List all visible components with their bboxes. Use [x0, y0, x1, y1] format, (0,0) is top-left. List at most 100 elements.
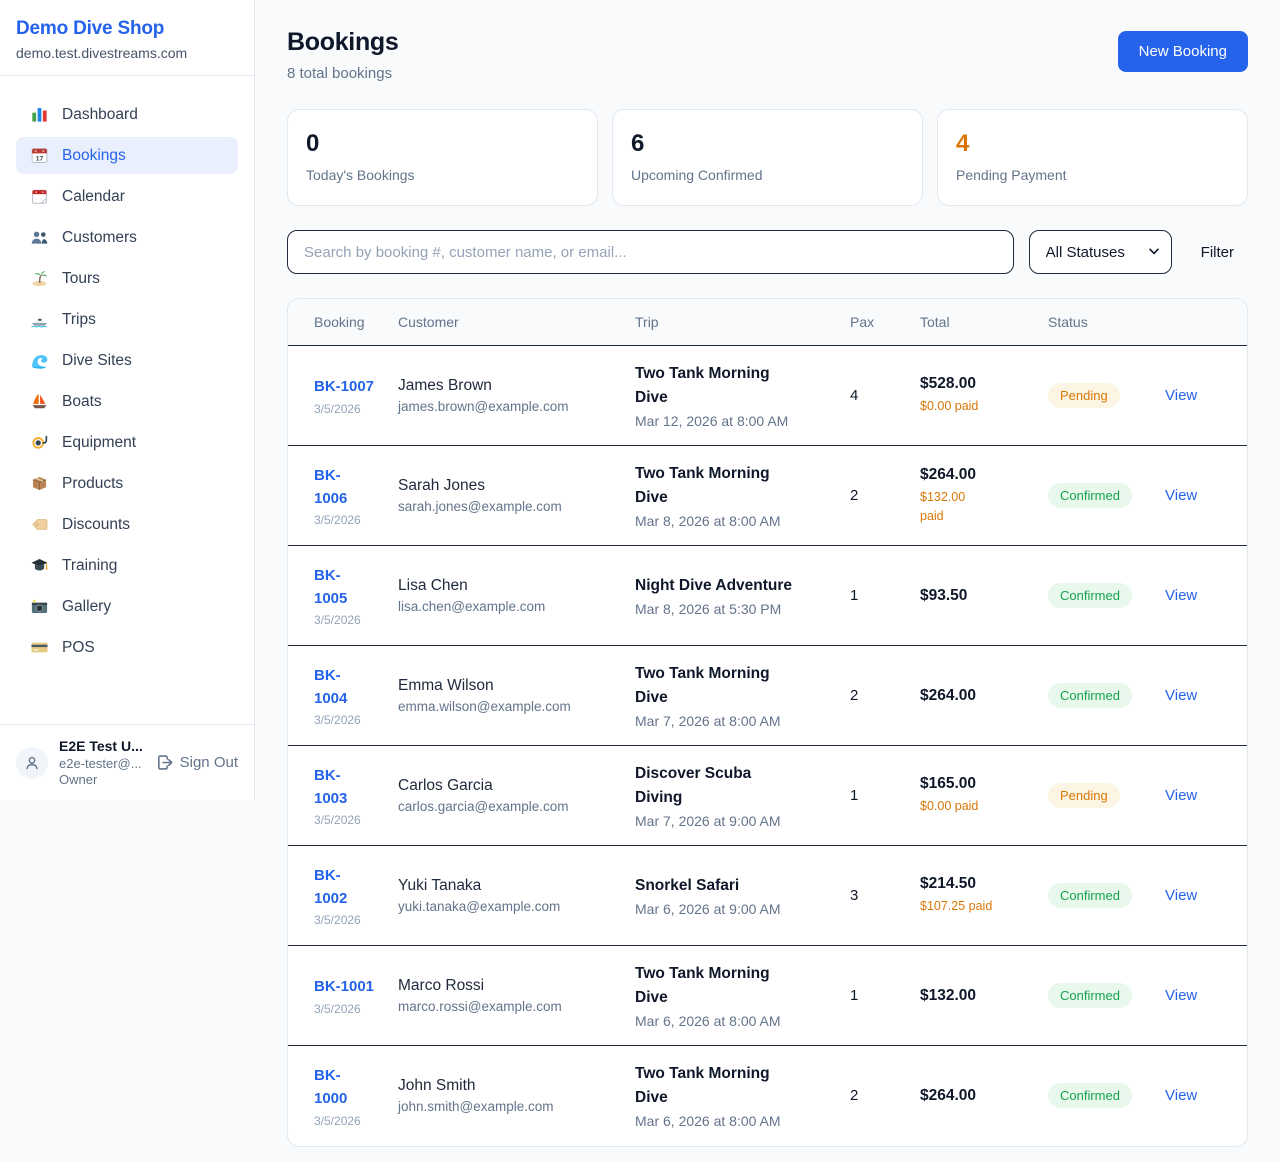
main-content: Bookings 8 total bookings New Booking 0T… [255, 0, 1280, 1147]
sidebar-item-dive-sites[interactable]: Dive Sites [16, 342, 238, 379]
status-filter-select[interactable]: All Statuses [1029, 230, 1172, 274]
table-row: BK-10073/5/2026James Brownjames.brown@ex… [288, 346, 1247, 446]
booking-id-link[interactable]: BK- 1000 [314, 1064, 347, 1111]
trip-name: Two Tank Morning Dive [635, 962, 842, 1010]
view-link[interactable]: View [1165, 987, 1197, 1004]
dive-mask-icon [30, 433, 49, 452]
booking-id-link[interactable]: BK-1007 [314, 375, 374, 398]
total-amount: $264.00 [920, 466, 1040, 484]
total-amount: $528.00 [920, 375, 1040, 393]
bar-chart-icon [30, 105, 49, 124]
pax-count: 1 [850, 987, 858, 1004]
trip-name: Two Tank Morning Dive [635, 662, 842, 710]
booking-id-link[interactable]: BK- 1004 [314, 664, 347, 711]
col-total: Total [920, 299, 1048, 346]
customer-email: marco.rossi@example.com [398, 999, 627, 1014]
sign-out-button[interactable]: Sign Out [155, 753, 238, 772]
trip-name: Two Tank Morning Dive [635, 1062, 842, 1110]
pax-count: 4 [850, 387, 858, 404]
sidebar-item-gallery[interactable]: Gallery [16, 588, 238, 625]
view-link[interactable]: View [1165, 587, 1197, 604]
filter-button[interactable]: Filter [1187, 244, 1248, 261]
trip-datetime: Mar 8, 2026 at 8:00 AM [635, 513, 842, 529]
customer-email: john.smith@example.com [398, 1099, 627, 1114]
sidebar-item-label: Discounts [62, 516, 130, 534]
pax-count: 2 [850, 1087, 858, 1104]
package-icon [30, 474, 49, 493]
paid-amount: $132.00 paid [920, 488, 1040, 524]
sidebar-item-label: Boats [62, 393, 102, 411]
customer-name: John Smith [398, 1077, 627, 1095]
island-icon [30, 269, 49, 288]
total-amount: $214.50 [920, 875, 1040, 893]
trip-datetime: Mar 8, 2026 at 5:30 PM [635, 601, 842, 617]
user-email: e2e-tester@... [59, 756, 143, 771]
view-link[interactable]: View [1165, 687, 1197, 704]
user-info: E2E Test U... e2e-tester@... Owner [59, 738, 143, 787]
pax-count: 1 [850, 587, 858, 604]
booking-id-link[interactable]: BK- 1006 [314, 464, 347, 511]
search-input[interactable] [287, 230, 1014, 274]
total-bookings-count: 8 total bookings [287, 65, 399, 82]
stat-label: Upcoming Confirmed [631, 167, 904, 183]
booking-id-link[interactable]: BK-1001 [314, 975, 374, 998]
view-link[interactable]: View [1165, 887, 1197, 904]
user-footer: E2E Test U... e2e-tester@... Owner Sign … [0, 724, 254, 800]
sidebar-item-products[interactable]: Products [16, 465, 238, 502]
booking-id-link[interactable]: BK- 1003 [314, 764, 347, 811]
table-row: BK- 10053/5/2026Lisa Chenlisa.chen@examp… [288, 546, 1247, 646]
customer-email: lisa.chen@example.com [398, 599, 627, 614]
new-booking-button[interactable]: New Booking [1118, 31, 1248, 72]
customer-name: Emma Wilson [398, 677, 627, 695]
sign-out-label: Sign Out [180, 754, 238, 771]
wave-icon [30, 351, 49, 370]
total-amount: $93.50 [920, 587, 1040, 605]
sidebar-item-label: Calendar [62, 188, 125, 206]
sidebar-item-dashboard[interactable]: Dashboard [16, 96, 238, 133]
sidebar-item-equipment[interactable]: Equipment [16, 424, 238, 461]
sidebar-item-bookings[interactable]: 17Bookings [16, 137, 238, 174]
view-link[interactable]: View [1165, 1087, 1197, 1104]
view-link[interactable]: View [1165, 487, 1197, 504]
customer-name: Sarah Jones [398, 477, 627, 495]
trip-datetime: Mar 7, 2026 at 9:00 AM [635, 813, 842, 829]
status-badge: Pending [1048, 783, 1120, 808]
sidebar-item-customers[interactable]: Customers [16, 219, 238, 256]
trip-name: Night Dive Adventure [635, 574, 842, 598]
booking-id-link[interactable]: BK- 1005 [314, 564, 347, 611]
page-header: Bookings 8 total bookings New Booking [287, 28, 1248, 82]
speedboat-icon [30, 310, 49, 329]
sidebar-item-calendar[interactable]: Calendar [16, 178, 238, 215]
sidebar-item-boats[interactable]: Boats [16, 383, 238, 420]
sidebar-item-trips[interactable]: Trips [16, 301, 238, 338]
sidebar-item-training[interactable]: Training [16, 547, 238, 584]
booking-date: 3/5/2026 [314, 613, 390, 627]
brand-domain: demo.test.divestreams.com [16, 45, 238, 61]
booking-calendar-icon: 17 [30, 146, 49, 165]
customer-email: james.brown@example.com [398, 399, 627, 414]
view-link[interactable]: View [1165, 387, 1197, 404]
total-amount: $264.00 [920, 1087, 1040, 1105]
trip-name: Two Tank Morning Dive [635, 362, 842, 410]
status-badge: Confirmed [1048, 483, 1132, 508]
camera-icon [30, 597, 49, 616]
view-link[interactable]: View [1165, 787, 1197, 804]
booking-id-link[interactable]: BK- 1002 [314, 864, 347, 911]
stat-value: 6 [631, 130, 904, 158]
paid-amount: $107.25 paid [920, 897, 1040, 915]
sailboat-icon [30, 392, 49, 411]
table-row: BK- 10043/5/2026Emma Wilsonemma.wilson@e… [288, 646, 1247, 746]
filter-row: All Statuses Filter [287, 230, 1248, 274]
sidebar-item-tours[interactable]: Tours [16, 260, 238, 297]
sidebar-item-discounts[interactable]: Discounts [16, 506, 238, 543]
col-booking: Booking [288, 299, 398, 346]
customer-email: carlos.garcia@example.com [398, 799, 627, 814]
booking-date: 3/5/2026 [314, 1114, 390, 1128]
booking-date: 3/5/2026 [314, 713, 390, 727]
bookings-table-card: Booking Customer Trip Pax Total Status B… [287, 298, 1248, 1147]
bookings-table: Booking Customer Trip Pax Total Status B… [288, 299, 1247, 1146]
sidebar-item-pos[interactable]: POS [16, 629, 238, 666]
user-name: E2E Test U... [59, 738, 143, 754]
trip-datetime: Mar 6, 2026 at 9:00 AM [635, 901, 842, 917]
status-badge: Confirmed [1048, 683, 1132, 708]
